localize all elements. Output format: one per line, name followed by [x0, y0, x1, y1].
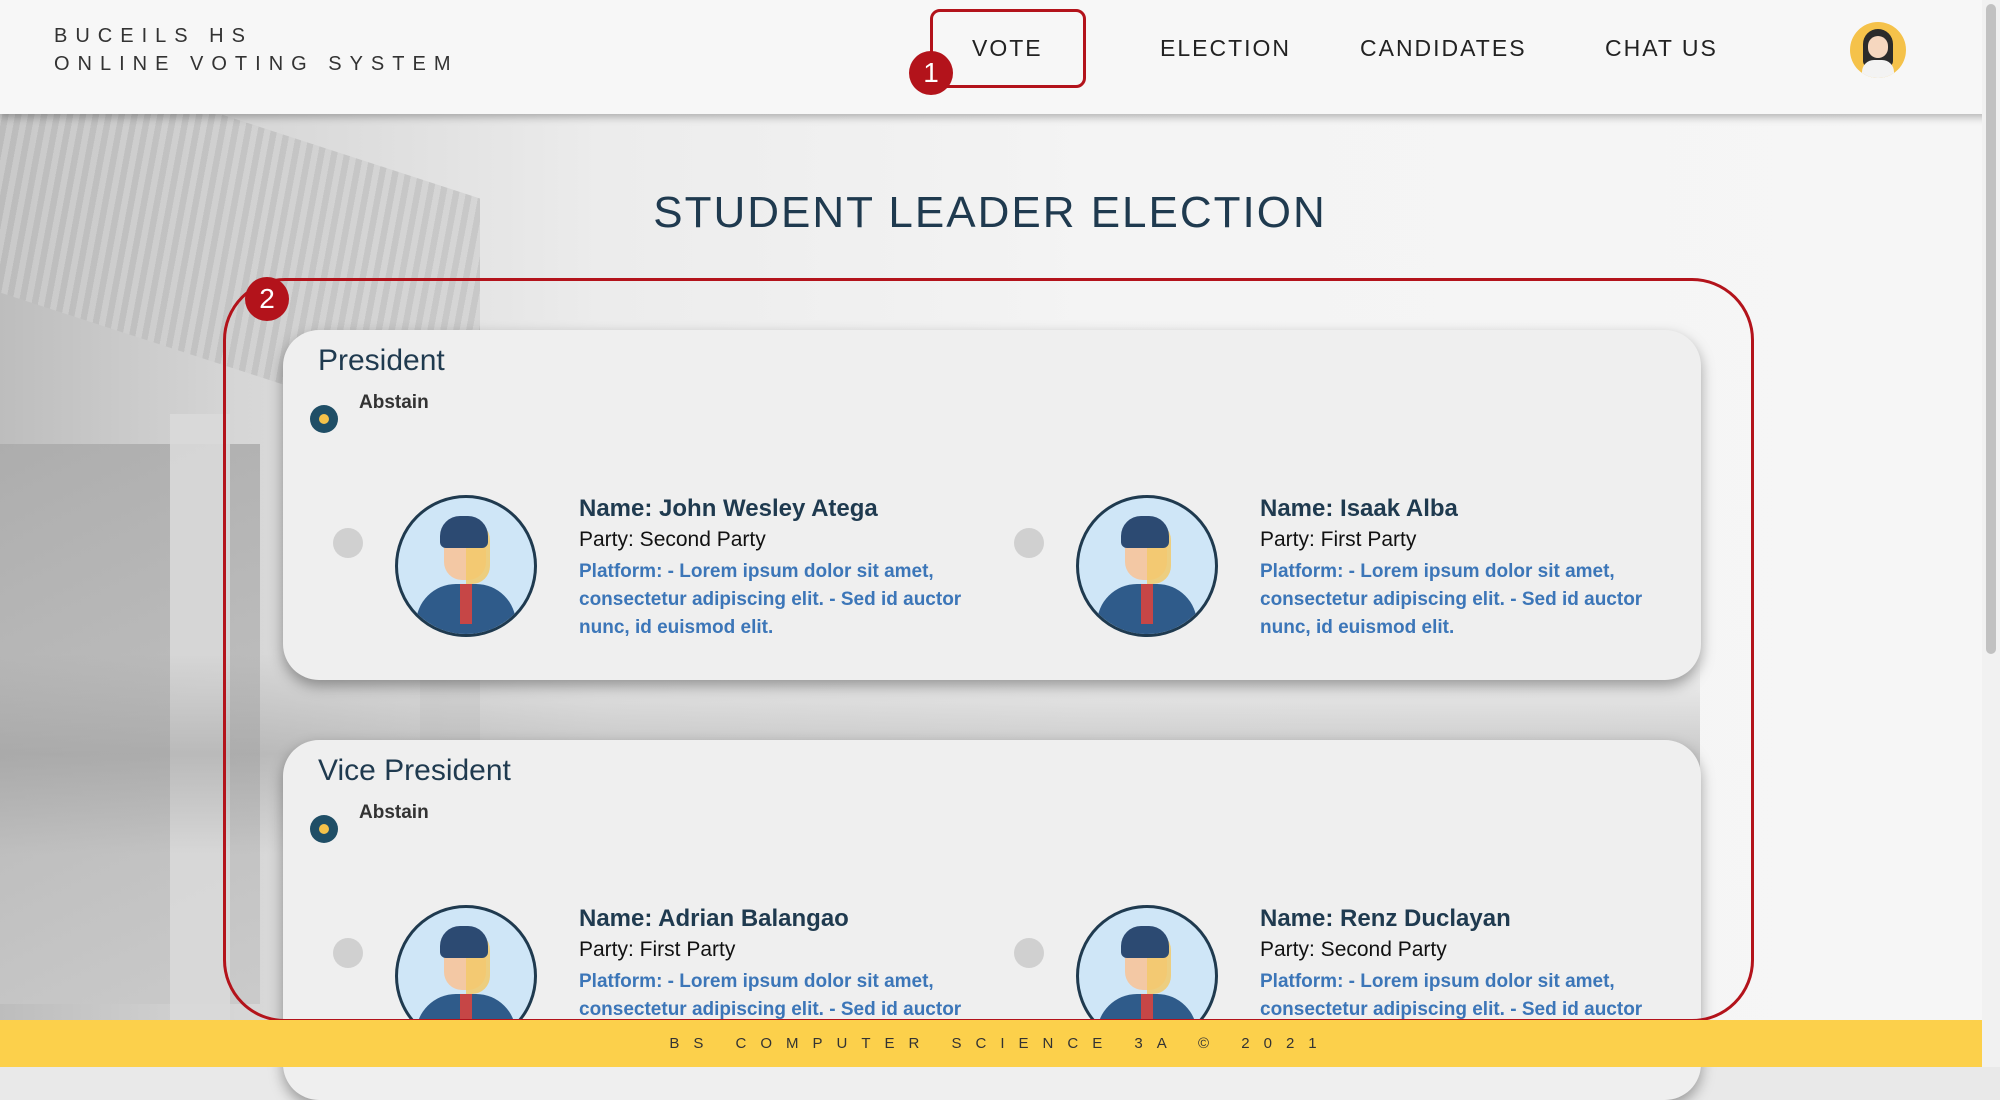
brand: BUCEILS HS ONLINE VOTING SYSTEM — [54, 22, 458, 78]
brand-subtitle: ONLINE VOTING SYSTEM — [54, 53, 459, 75]
brand-name: BUCEILS HS — [54, 25, 253, 47]
page-title: STUDENT LEADER ELECTION — [653, 188, 1327, 237]
scrollbar-thumb[interactable] — [1986, 4, 1996, 654]
nav-candidates[interactable]: CANDIDATES — [1360, 35, 1527, 62]
footer: BS COMPUTER SCIENCE 3A © 2021 — [0, 1020, 2000, 1067]
annotation-badge-1: 1 — [909, 51, 953, 95]
annotation-box-vote — [930, 9, 1086, 88]
scrollbar[interactable] — [1982, 0, 2000, 1067]
annotation-badge-2: 2 — [245, 277, 289, 321]
user-avatar-icon[interactable] — [1850, 22, 1906, 78]
nav-election[interactable]: ELECTION — [1160, 35, 1291, 62]
nav-chat-us[interactable]: CHAT US — [1605, 35, 1718, 62]
annotation-box-ballot — [223, 278, 1754, 1022]
